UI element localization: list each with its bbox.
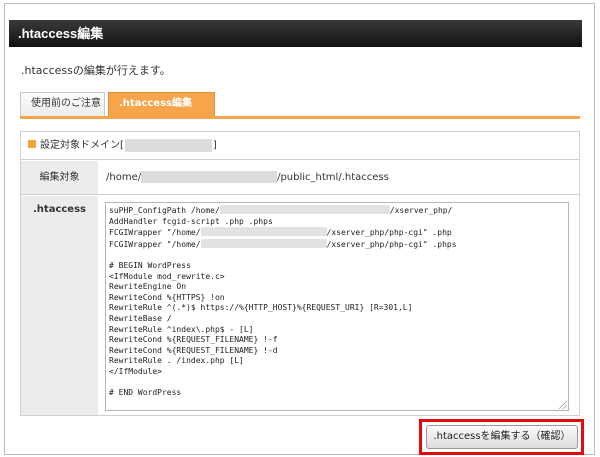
code-line: RewriteRule ^index\.php$ - [L] [109,325,565,336]
section-heading: 設定対象ドメイン[] [21,132,579,160]
code-line: suPHP_ConfigPath /home/ /xserver_php/ [109,205,565,217]
code-text: RewriteRule . /index.php [L] [109,356,244,366]
code-line: RewriteCond %{HTTPS} !on [109,293,565,304]
redacted-account [141,171,278,183]
tab-precautions[interactable]: 使用前のご注意 [20,92,105,116]
code-text: AddHandler fcgid-script .php .phps [109,216,273,226]
resize-grip-icon[interactable] [559,401,567,409]
code-line: RewriteRule . /index.php [L] [109,356,565,367]
target-label: 編集対象 [21,161,98,195]
code-text: RewriteCond %{HTTPS} !on [109,292,225,302]
redacted-domain [124,138,212,152]
code-text: /xserver_php/ [389,206,453,215]
code-line: <IfModule mod_rewrite.c> [109,272,565,283]
code-line: </IfModule> [109,367,565,378]
code-text: suPHP_ConfigPath /home/ [109,206,220,215]
target-path-prefix: /home/ [106,172,142,183]
section-bullet-icon [28,140,36,148]
code-line: RewriteRule ^(.*)$ https://%{HTTP_HOST}%… [109,303,565,314]
section-heading-suffix: ] [212,140,217,151]
editor-label: .htaccess [21,196,98,415]
code-text: RewriteEngine On [109,282,187,292]
confirm-edit-button[interactable]: .htaccessを編集する（確認） [426,425,578,449]
code-text: RewriteRule ^(.*)$ https://%{HTTP_HOST}%… [109,303,413,313]
code-text: FCGIWrapper "/home/ [109,228,201,238]
htaccess-content: suPHP_ConfigPath /home/ /xserver_php/AddH… [109,205,565,399]
tab-underline [20,116,580,119]
htaccess-textarea[interactable]: suPHP_ConfigPath /home/ /xserver_php/AddH… [105,202,569,411]
code-line: RewriteCond %{REQUEST_FILENAME} !-f [109,335,565,346]
code-text: </IfModule> [109,366,162,376]
code-line: FCGIWrapper "/home/ /xserver_php/php-cgi"… [109,238,565,251]
target-path-suffix: /public_html/.htaccess [277,172,389,183]
code-line: FCGIWrapper "/home/ /xserver_php/php-cgi"… [109,227,565,239]
redacted-path [200,238,327,248]
code-line: RewriteBase / [109,314,565,325]
page-title: .htaccess編集 [9,20,582,47]
code-text: RewriteCond %{REQUEST_FILENAME} !-d [109,345,278,355]
code-text: # END WordPress [109,388,182,398]
page-description: .htaccessの編集が行えます。 [21,64,171,77]
redacted-path [200,227,327,237]
code-text: RewriteBase / [109,313,172,323]
code-text: /xserver_php/php-cgi" .phps [326,239,457,249]
code-line: AddHandler fcgid-script .php .phps [109,217,565,228]
redacted-path [219,205,390,214]
code-text: /xserver_php/php-cgi" .php [326,228,452,238]
code-line: RewriteCond %{REQUEST_FILENAME} !-d [109,346,565,357]
target-path: /home/ /public_html/.htaccess [98,161,579,195]
edit-panel: 設定対象ドメイン[] 編集対象 /home/ /public_html/.htac… [20,131,580,416]
tab-htaccess-edit[interactable]: .htaccess編集 [108,92,215,116]
code-text: # BEGIN WordPress [109,260,191,270]
code-text: <IfModule mod_rewrite.c> [109,271,225,281]
code-text: RewriteRule ^index\.php$ - [L] [109,324,254,334]
code-text: RewriteCond %{REQUEST_FILENAME} !-f [109,335,278,345]
section-heading-prefix: 設定対象ドメイン[ [40,140,124,151]
code-text: FCGIWrapper "/home/ [109,239,201,249]
code-line: # END WordPress [109,388,565,399]
code-line: RewriteEngine On [109,282,565,293]
code-line: # BEGIN WordPress [109,261,565,272]
